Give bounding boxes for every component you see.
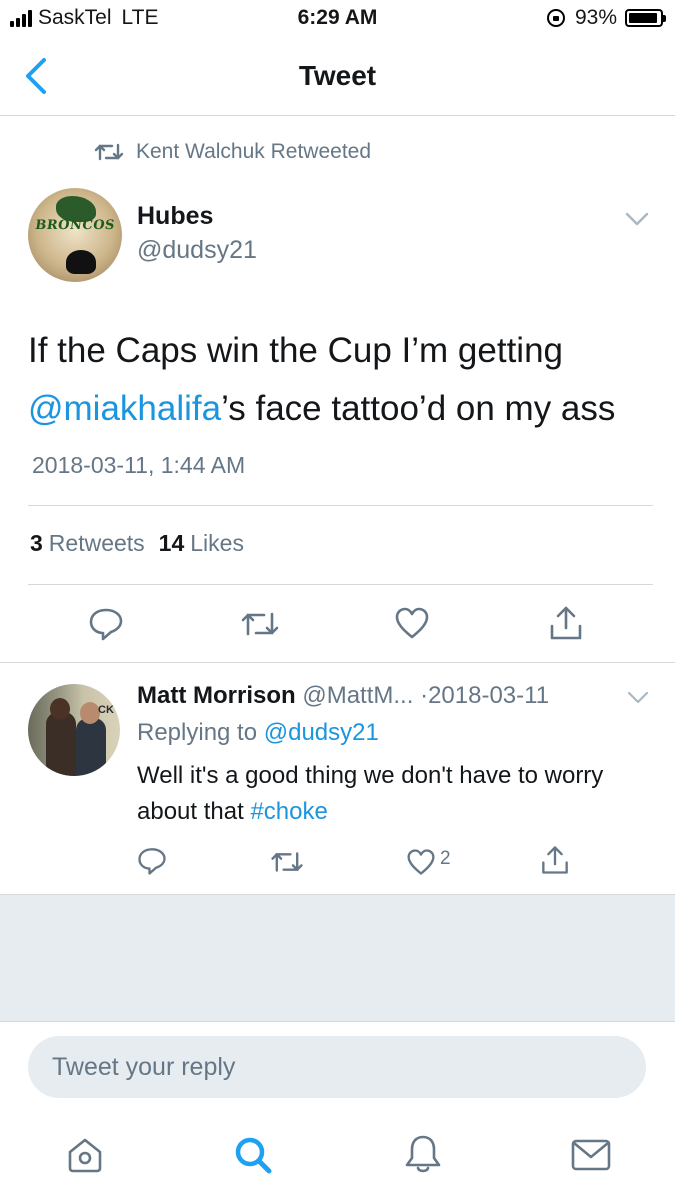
reply-text-main: Well it's a good thing we don't have to … xyxy=(137,762,604,825)
empty-area xyxy=(0,894,675,1022)
like-icon[interactable] xyxy=(406,848,436,876)
retweets-count: 3 xyxy=(30,530,43,556)
reply-separator: · xyxy=(420,682,429,709)
avatar-person-head xyxy=(80,702,100,724)
retweet-icon[interactable] xyxy=(270,848,304,876)
status-right: 93% xyxy=(546,6,666,30)
page-title: Tweet xyxy=(298,60,377,91)
home-icon[interactable] xyxy=(64,1134,106,1176)
likes-label: Likes xyxy=(190,530,244,556)
replying-to: Replying to @dudsy21 xyxy=(137,719,379,747)
reply-icon[interactable] xyxy=(137,846,167,876)
reply-author-handle[interactable]: @MattM... xyxy=(302,682,413,709)
chevron-down-icon[interactable] xyxy=(624,210,650,228)
retweets-label: Retweets xyxy=(48,530,145,556)
reply-text: Well it's a good thing we don't have to … xyxy=(137,758,657,830)
avatar-person-shape xyxy=(46,712,76,776)
orientation-lock-icon xyxy=(546,9,565,27)
avatar-sign-text: CK xyxy=(98,704,114,716)
divider xyxy=(28,584,653,585)
reply-header: Matt Morrison @MattM... ·2018-03-11 xyxy=(137,682,549,710)
retweet-small-icon xyxy=(94,143,124,161)
tweet-timestamp: 2018-03-11, 1:44 AM xyxy=(32,452,246,478)
retweeted-by-text: Kent Walchuk Retweeted xyxy=(136,140,372,163)
author-name[interactable]: Hubes xyxy=(137,202,213,231)
tweet-text-rest: ’s face tattoo’d on my ass xyxy=(221,389,616,428)
divider xyxy=(28,505,653,506)
navigation-bar: Tweet xyxy=(0,40,675,116)
author-handle[interactable]: @dudsy21 xyxy=(137,236,257,265)
search-icon[interactable] xyxy=(232,1134,274,1176)
tweet-text-line1: If the Caps win the Cup I’m getting xyxy=(28,331,563,370)
reply-icon[interactable] xyxy=(88,606,124,642)
notifications-icon[interactable] xyxy=(402,1132,444,1176)
share-icon[interactable] xyxy=(540,844,570,876)
reply-date: 2018-03-11 xyxy=(428,682,550,709)
replying-handle-link[interactable]: @dudsy21 xyxy=(264,719,379,746)
messages-icon[interactable] xyxy=(570,1136,612,1174)
share-icon[interactable] xyxy=(548,604,584,642)
mention-link[interactable]: @miakhalifa xyxy=(28,389,221,428)
replying-prefix: Replying to xyxy=(137,719,258,746)
status-bar: SaskTel LTE 6:29 AM 93% xyxy=(0,0,675,38)
battery-fill xyxy=(629,13,657,23)
battery-icon xyxy=(625,9,666,27)
reply-avatar[interactable]: CK xyxy=(28,684,120,776)
hashtag-link[interactable]: #choke xyxy=(250,798,327,825)
avatar-person-head xyxy=(50,698,70,720)
tweet-stats: 3 Retweets 14 Likes xyxy=(30,530,244,557)
reply-like-count: 2 xyxy=(440,848,451,869)
retweet-icon[interactable] xyxy=(240,608,280,640)
tweet-text: If the Caps win the Cup I’m getting @mia… xyxy=(28,322,648,438)
retweets-stat[interactable]: 3 Retweets xyxy=(30,530,145,557)
avatar-figure xyxy=(66,250,96,274)
chevron-down-icon[interactable] xyxy=(626,690,650,706)
likes-count: 14 xyxy=(158,530,185,556)
retweeted-by-line[interactable]: Kent Walchuk Retweeted xyxy=(94,140,371,164)
like-icon[interactable] xyxy=(394,606,430,640)
reply-input[interactable]: Tweet your reply xyxy=(28,1036,646,1098)
divider xyxy=(0,662,675,663)
battery-percent: 93% xyxy=(574,6,617,29)
avatar-person-shape xyxy=(76,718,106,776)
avatar-logo-text: BRONCOS xyxy=(34,218,116,233)
avatar[interactable]: BRONCOS xyxy=(28,188,122,282)
likes-stat[interactable]: 14 Likes xyxy=(159,530,244,557)
reply-author-name[interactable]: Matt Morrison xyxy=(137,682,296,709)
